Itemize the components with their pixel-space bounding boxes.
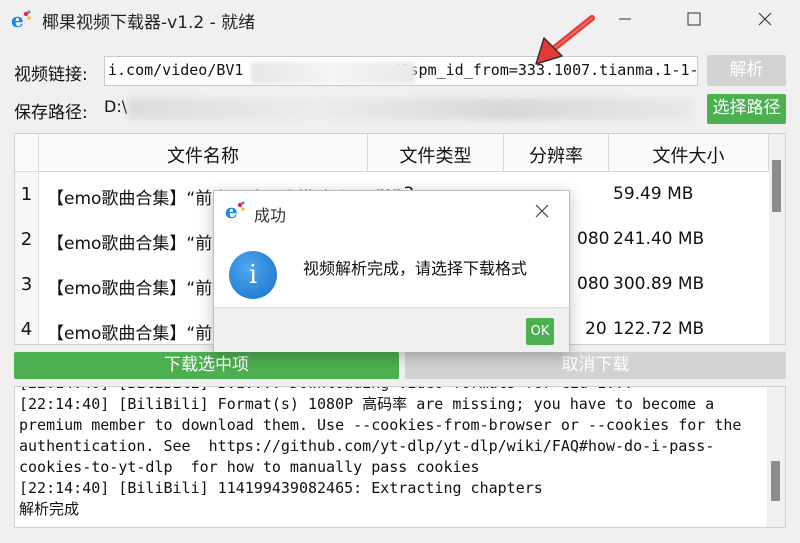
- log-line: authentication. See https://github.com/y…: [19, 437, 715, 455]
- log-line: cookies-to-yt-dlp for how to manually pa…: [19, 458, 480, 476]
- log-line: [22:14:40] [BiliBili] Format(s) 1080P 高码…: [19, 395, 715, 413]
- url-value-head: i.com/video/BV1: [108, 61, 244, 79]
- window-title: 椰果视频下载器-v1.2 - 就绪: [42, 13, 256, 33]
- log-line: [22:14:40] [BiliBili] 114199439082465: E…: [19, 479, 543, 497]
- table-scrollbar[interactable]: [769, 134, 785, 344]
- header-file-name[interactable]: 文件名称: [39, 134, 368, 172]
- title-bar: e 椰果视频下载器-v1.2 - 就绪: [0, 0, 800, 40]
- row-number: 1: [15, 172, 39, 217]
- row-number: 4: [15, 307, 39, 344]
- redaction-blur: [128, 98, 693, 120]
- dialog-message: 视频解析完成，请选择下载格式: [303, 259, 528, 278]
- redaction-blur: [251, 62, 415, 84]
- app-logo-icon: e: [11, 9, 31, 31]
- dialog-title: 成功: [254, 206, 287, 225]
- log-output[interactable]: [22:14:40] [BiliBili] BV1...: Downloadin…: [14, 386, 786, 528]
- info-icon: i: [229, 251, 277, 299]
- log-line: premium member to download them. Use --c…: [19, 416, 742, 434]
- row-number: 2: [15, 217, 39, 262]
- cancel-download-button[interactable]: 取消下载: [405, 352, 786, 379]
- maximize-icon[interactable]: [671, 0, 717, 38]
- header-resolution[interactable]: 分辨率: [504, 134, 609, 172]
- table-cell-size[interactable]: 59.49 MB: [609, 184, 693, 204]
- parse-button[interactable]: 解析: [707, 55, 786, 86]
- download-selected-button[interactable]: 下载选中项: [14, 352, 399, 379]
- dialog-footer: OK: [214, 307, 569, 352]
- close-icon[interactable]: [742, 0, 788, 38]
- select-path-button[interactable]: 选择路径: [707, 94, 786, 124]
- svg-text:e: e: [225, 200, 238, 222]
- table-cell-size[interactable]: 241.40 MB: [609, 229, 704, 249]
- table-cell-size[interactable]: 300.89 MB: [609, 274, 704, 294]
- annotation-arrow-icon: [535, 15, 595, 65]
- log-line: [22:14:40] [BiliBili] BV1...: Downloadin…: [15, 387, 785, 394]
- header-file-size[interactable]: 文件大小: [609, 134, 769, 172]
- table-cell-res[interactable]: 080: [569, 274, 609, 294]
- log-scroll-thumb[interactable]: [771, 461, 780, 501]
- header-file-type[interactable]: 文件类型: [368, 134, 504, 172]
- svg-text:e: e: [11, 9, 24, 31]
- url-input[interactable]: i.com/video/BV1/?spm_id_from=333.1007.ti…: [104, 56, 698, 86]
- dialog-close-icon[interactable]: [534, 200, 550, 224]
- success-dialog: e 成功 i 视频解析完成，请选择下载格式 OK: [213, 190, 570, 352]
- path-label: 保存路径:: [14, 103, 88, 123]
- save-path-field[interactable]: D:\: [104, 93, 698, 123]
- table-cell-res[interactable]: 080: [569, 229, 609, 249]
- log-line: 解析完成: [19, 500, 80, 518]
- table-scroll-thumb[interactable]: [772, 160, 781, 212]
- save-path-value: D:\: [104, 97, 128, 116]
- dialog-ok-button[interactable]: OK: [526, 318, 554, 345]
- table-cell-size[interactable]: 122.72 MB: [609, 319, 704, 339]
- table-cell-res[interactable]: 20: [577, 319, 609, 339]
- app-logo-icon: e: [225, 200, 245, 222]
- minimize-icon[interactable]: [602, 0, 648, 38]
- table-corner: [15, 134, 39, 172]
- row-number: 3: [15, 262, 39, 307]
- url-label: 视频链接:: [14, 65, 88, 85]
- log-scrollbar[interactable]: [767, 387, 785, 527]
